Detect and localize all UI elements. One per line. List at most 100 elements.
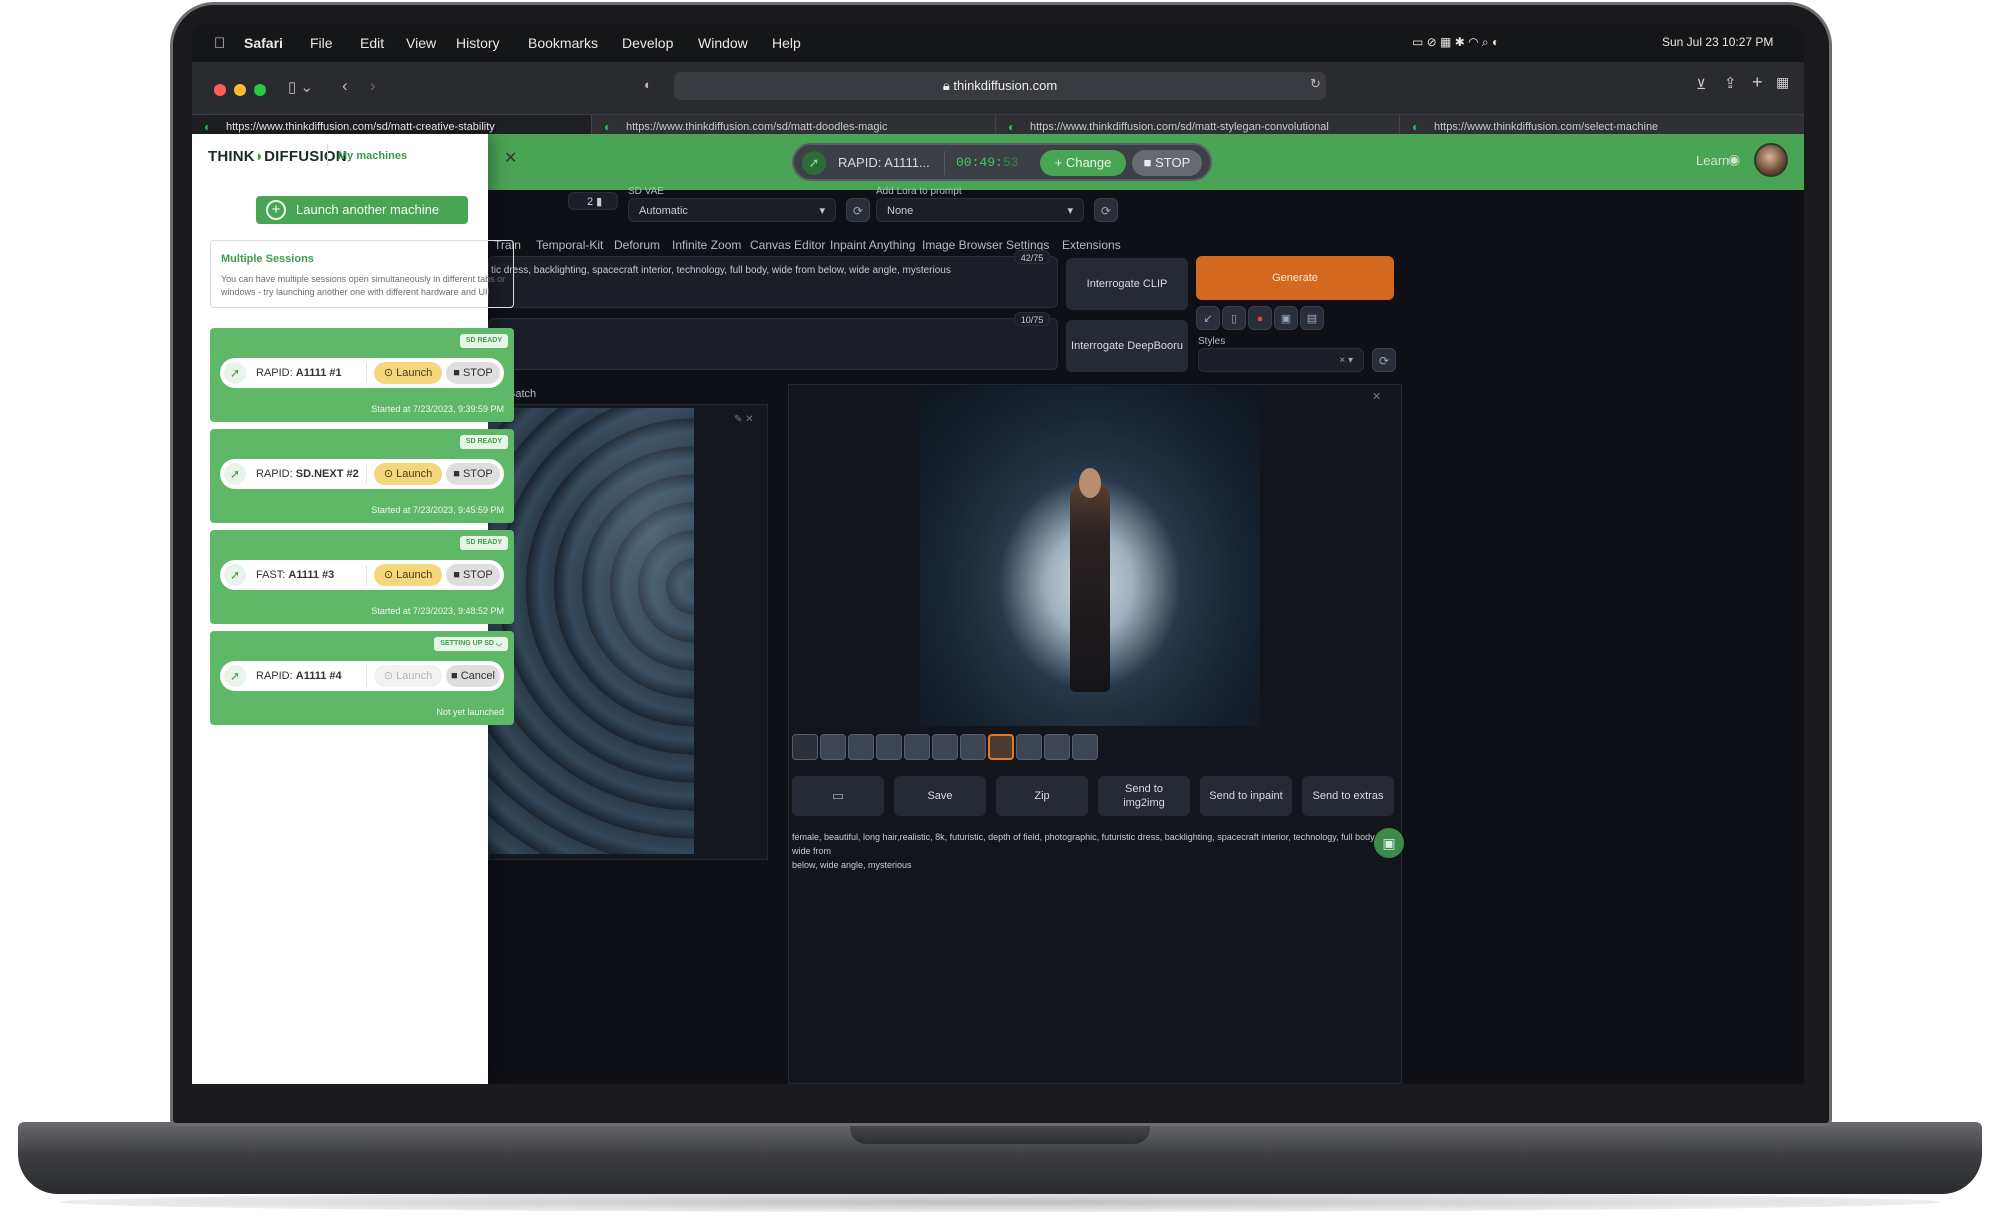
- generate-button[interactable]: Generate: [1196, 256, 1394, 300]
- thumbnail-4[interactable]: [904, 734, 930, 760]
- thumbnail-1[interactable]: [820, 734, 846, 760]
- back-icon[interactable]: ‹: [342, 76, 348, 96]
- send-to-img2img-button[interactable]: Send to img2img: [1098, 776, 1190, 816]
- stop-label: STOP: [462, 569, 493, 581]
- tab-temporal-kit[interactable]: Temporal-Kit: [536, 238, 603, 252]
- thumbnail-2[interactable]: [848, 734, 874, 760]
- address-bar[interactable]: 🔒︎ thinkdiffusion.com: [674, 72, 1326, 100]
- clipboard-icon[interactable]: ▣: [1274, 306, 1298, 330]
- arrow-icon[interactable]: ↙: [1196, 306, 1220, 330]
- launch-another-machine-button[interactable]: + Launch another machine: [256, 196, 468, 224]
- thumbnail-3[interactable]: [876, 734, 902, 760]
- stop-machine-button[interactable]: ■ STOP: [1132, 150, 1202, 176]
- thumbnail-9[interactable]: [1044, 734, 1070, 760]
- generated-image[interactable]: [920, 386, 1260, 726]
- machine-row: ➚ RAPID: A1111 #1 ⊙ Launch ■ STOP: [220, 358, 504, 388]
- reload-icon[interactable]: ↻: [1310, 76, 1321, 92]
- zip-button[interactable]: Zip: [996, 776, 1088, 816]
- row-divider: [366, 363, 367, 383]
- downloads-icon[interactable]: ⊻: [1696, 76, 1706, 93]
- menu-help[interactable]: Help: [772, 35, 801, 51]
- refresh-vae-icon[interactable]: ⟳: [846, 198, 870, 222]
- send-to-inpaint-button[interactable]: Send to inpaint: [1200, 776, 1292, 816]
- thumbnail-5[interactable]: [932, 734, 958, 760]
- forward-icon[interactable]: ›: [370, 76, 376, 96]
- thumbnail-selected[interactable]: [988, 734, 1014, 760]
- tab-deforum[interactable]: Deforum: [614, 238, 660, 252]
- menu-clock[interactable]: Sun Jul 23 10:27 PM: [1662, 35, 1773, 49]
- styles-select[interactable]: × ▾: [1198, 348, 1364, 372]
- menu-bookmarks[interactable]: Bookmarks: [528, 35, 598, 51]
- share-icon[interactable]: ⇪: [1724, 74, 1737, 92]
- cancel-button[interactable]: ■ Cancel: [446, 665, 500, 687]
- stop-button[interactable]: ■ STOP: [446, 463, 500, 485]
- tab-title: https://www.thinkdiffusion.com/select-ma…: [1434, 121, 1659, 133]
- tab-inpaint-anything[interactable]: Inpaint Anything: [830, 238, 915, 252]
- machine-type: FAST:: [256, 569, 286, 581]
- machine-id: SD.NEXT #2: [295, 468, 359, 480]
- privacy-shield-icon[interactable]: ◐: [644, 77, 652, 92]
- close-window-button[interactable]: [214, 84, 226, 96]
- discord-icon[interactable]: ◉: [1728, 151, 1740, 168]
- close-preview-icon[interactable]: ✕: [1372, 390, 1381, 403]
- machine-name: RAPID: SD.NEXT #2: [256, 468, 359, 480]
- info-title: Multiple Sessions: [221, 253, 314, 265]
- tab-extensions[interactable]: Extensions: [1062, 238, 1121, 252]
- change-machine-button[interactable]: + Change: [1040, 150, 1126, 176]
- menu-file[interactable]: File: [310, 35, 333, 51]
- launch-button[interactable]: ⊙ Launch: [374, 463, 442, 485]
- batch-count-input[interactable]: 2 ▮: [568, 192, 618, 210]
- lora-select[interactable]: None ▾: [876, 198, 1084, 222]
- batch-count-value: 2: [587, 196, 594, 208]
- menu-window[interactable]: Window: [698, 35, 748, 51]
- header-divider: [327, 144, 328, 166]
- interrogate-clip-button[interactable]: Interrogate CLIP: [1066, 258, 1188, 310]
- save-button[interactable]: Save: [894, 776, 986, 816]
- interrogate-deepbooru-button[interactable]: Interrogate DeepBooru: [1066, 320, 1188, 372]
- menu-app-name[interactable]: Safari: [244, 35, 283, 51]
- send-to-extras-button[interactable]: Send to extras: [1302, 776, 1394, 816]
- learn-link[interactable]: Learn: [1696, 153, 1729, 168]
- menu-view[interactable]: View: [406, 35, 436, 51]
- stop-button[interactable]: ■ STOP: [446, 564, 500, 586]
- refresh-lora-icon[interactable]: ⟳: [1094, 198, 1118, 222]
- save-style-icon[interactable]: ▤: [1300, 306, 1324, 330]
- user-avatar[interactable]: [1754, 143, 1788, 177]
- grid-thumbnail[interactable]: [792, 734, 818, 760]
- machine-card-2: SD READY ➚ RAPID: SD.NEXT #2 ⊙ Launch ■ …: [210, 429, 514, 523]
- edit-close-icons[interactable]: ✎ ✕: [734, 414, 754, 425]
- stop-icon: ■: [451, 670, 461, 682]
- thumbnail-10[interactable]: [1072, 734, 1098, 760]
- apple-menu-icon[interactable]: : [214, 35, 225, 52]
- menu-edit[interactable]: Edit: [360, 35, 384, 51]
- trash-icon[interactable]: ▯: [1222, 306, 1246, 330]
- status-icons[interactable]: ▭ ⊘ ▦ ✱ ◠ ⌕ ◐: [1412, 35, 1499, 50]
- zoom-window-button[interactable]: [254, 84, 266, 96]
- started-at: Started at 7/23/2023, 9:45:59 PM: [371, 505, 504, 515]
- launch-button[interactable]: ⊙ Launch: [374, 564, 442, 586]
- image-gallery-icon[interactable]: ▣: [1374, 828, 1404, 858]
- menu-develop[interactable]: Develop: [622, 35, 673, 51]
- launch-button[interactable]: ⊙ Launch: [374, 362, 442, 384]
- figure-head-shape: [1079, 468, 1101, 498]
- thumbnail-8[interactable]: [1016, 734, 1042, 760]
- open-folder-icon[interactable]: ▭: [792, 776, 884, 816]
- close-panel-icon[interactable]: ✕: [504, 148, 517, 168]
- new-tab-icon[interactable]: +: [1752, 72, 1763, 93]
- tab-infinite-zoom[interactable]: Infinite Zoom: [672, 238, 741, 252]
- negative-prompt-textarea[interactable]: [488, 318, 1058, 370]
- thumbnail-6[interactable]: [960, 734, 986, 760]
- sidebar-toggle-icon[interactable]: ▯ ⌄: [288, 78, 313, 96]
- minimize-window-button[interactable]: [234, 84, 246, 96]
- stop-button[interactable]: ■ STOP: [446, 362, 500, 384]
- apply-styles-icon[interactable]: ⟳: [1372, 348, 1396, 372]
- extra-networks-icon[interactable]: ●: [1248, 306, 1272, 330]
- tab-overview-icon[interactable]: ▦: [1776, 74, 1789, 91]
- tab-image-browser[interactable]: Image Browser: [922, 238, 1003, 252]
- menu-history[interactable]: History: [456, 35, 500, 51]
- machine-id: A1111 #1: [295, 367, 342, 379]
- sd-vae-select[interactable]: Automatic ▾: [628, 198, 836, 222]
- prompt-textarea[interactable]: tic dress, backlighting, spacecraft inte…: [488, 256, 1058, 308]
- machine-row: ➚ RAPID: A1111 #4 ⊙ Launch ■ Cancel: [220, 661, 504, 691]
- tab-canvas-editor[interactable]: Canvas Editor: [750, 238, 825, 252]
